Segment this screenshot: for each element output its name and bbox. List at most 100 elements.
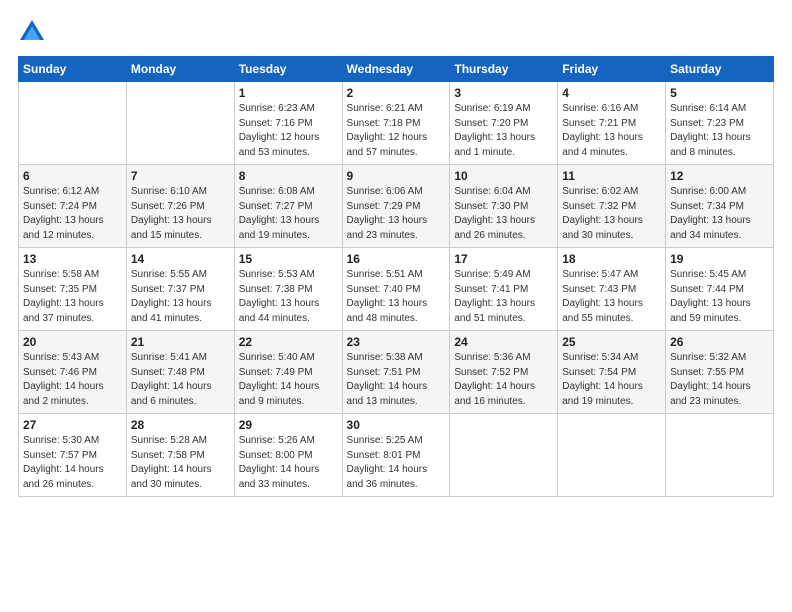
calendar-cell: 14 Sunrise: 5:55 AM Sunset: 7:37 PM Dayli… (126, 248, 234, 331)
calendar-cell: 5Sunrise: 6:14 AM Sunset: 7:23 PM Daylig… (666, 82, 774, 165)
day-number: 2 (347, 86, 446, 100)
day-number: 14 (131, 252, 230, 266)
day-number: 3 (454, 86, 553, 100)
day-info: Sunrise: 5:58 AM Sunset: 7:35 PM Dayligh… (23, 268, 122, 326)
day-info: Sunrise: 6:08 AM Sunset: 7:27 PM Dayligh… (239, 185, 338, 243)
day-info: Sunrise: 6:00 AM Sunset: 7:34 PM Dayligh… (670, 185, 769, 243)
calendar-cell (126, 82, 234, 165)
day-info: Sunrise: 5:49 AM Sunset: 7:41 PM Dayligh… (454, 268, 553, 326)
day-info: Sunrise: 6:14 AM Sunset: 7:23 PM Dayligh… (670, 102, 769, 160)
calendar-cell: 13 Sunrise: 5:58 AM Sunset: 7:35 PM Dayli… (19, 248, 127, 331)
calendar-week-row: 13 Sunrise: 5:58 AM Sunset: 7:35 PM Dayli… (19, 248, 774, 331)
calendar-cell: 26 Sunrise: 5:32 AM Sunset: 7:55 PM Dayli… (666, 331, 774, 414)
calendar-cell: 21Sunrise: 5:41 AM Sunset: 7:48 PM Dayli… (126, 331, 234, 414)
weekday-header: Thursday (450, 57, 558, 82)
day-number: 20 (23, 335, 122, 349)
calendar-cell: 29Sunrise: 5:26 AM Sunset: 8:00 PM Dayli… (234, 414, 342, 497)
day-info: Sunrise: 6:10 AM Sunset: 7:26 PM Dayligh… (131, 185, 230, 243)
day-number: 19 (670, 252, 769, 266)
day-number: 8 (239, 169, 338, 183)
day-info: Sunrise: 6:21 AM Sunset: 7:18 PM Dayligh… (347, 102, 446, 160)
day-number: 11 (562, 169, 661, 183)
page: SundayMondayTuesdayWednesdayThursdayFrid… (0, 0, 792, 612)
calendar-cell: 24 Sunrise: 5:36 AM Sunset: 7:52 PM Dayli… (450, 331, 558, 414)
day-info: Sunrise: 5:28 AM Sunset: 7:58 PM Dayligh… (131, 434, 230, 492)
day-info: Sunrise: 6:16 AM Sunset: 7:21 PM Dayligh… (562, 102, 661, 160)
day-number: 1 (239, 86, 338, 100)
day-number: 26 (670, 335, 769, 349)
day-info: Sunrise: 6:23 AM Sunset: 7:16 PM Dayligh… (239, 102, 338, 160)
day-info: Sunrise: 5:47 AM Sunset: 7:43 PM Dayligh… (562, 268, 661, 326)
day-info: Sunrise: 6:19 AM Sunset: 7:20 PM Dayligh… (454, 102, 553, 160)
calendar-cell: 8 Sunrise: 6:08 AM Sunset: 7:27 PM Daylig… (234, 165, 342, 248)
logo-icon (18, 18, 46, 46)
day-info: Sunrise: 5:32 AM Sunset: 7:55 PM Dayligh… (670, 351, 769, 409)
day-number: 6 (23, 169, 122, 183)
calendar-cell: 20 Sunrise: 5:43 AM Sunset: 7:46 PM Dayli… (19, 331, 127, 414)
calendar-cell (19, 82, 127, 165)
calendar-cell: 16Sunrise: 5:51 AM Sunset: 7:40 PM Dayli… (342, 248, 450, 331)
day-info: Sunrise: 6:12 AM Sunset: 7:24 PM Dayligh… (23, 185, 122, 243)
day-info: Sunrise: 5:25 AM Sunset: 8:01 PM Dayligh… (347, 434, 446, 492)
day-info: Sunrise: 5:38 AM Sunset: 7:51 PM Dayligh… (347, 351, 446, 409)
calendar-cell: 25Sunrise: 5:34 AM Sunset: 7:54 PM Dayli… (558, 331, 666, 414)
calendar-cell: 30 Sunrise: 5:25 AM Sunset: 8:01 PM Dayli… (342, 414, 450, 497)
weekday-header: Tuesday (234, 57, 342, 82)
calendar-cell (450, 414, 558, 497)
day-number: 23 (347, 335, 446, 349)
header (18, 18, 774, 46)
logo (18, 18, 50, 46)
calendar-cell: 17 Sunrise: 5:49 AM Sunset: 7:41 PM Dayli… (450, 248, 558, 331)
calendar-cell: 11 Sunrise: 6:02 AM Sunset: 7:32 PM Dayli… (558, 165, 666, 248)
calendar-cell: 10Sunrise: 6:04 AM Sunset: 7:30 PM Dayli… (450, 165, 558, 248)
day-number: 17 (454, 252, 553, 266)
calendar-cell: 4 Sunrise: 6:16 AM Sunset: 7:21 PM Daylig… (558, 82, 666, 165)
calendar-week-row: 6 Sunrise: 6:12 AM Sunset: 7:24 PM Daylig… (19, 165, 774, 248)
day-number: 12 (670, 169, 769, 183)
calendar-cell: 3 Sunrise: 6:19 AM Sunset: 7:20 PM Daylig… (450, 82, 558, 165)
day-number: 4 (562, 86, 661, 100)
day-info: Sunrise: 5:55 AM Sunset: 7:37 PM Dayligh… (131, 268, 230, 326)
day-number: 18 (562, 252, 661, 266)
calendar-cell (666, 414, 774, 497)
day-info: Sunrise: 5:30 AM Sunset: 7:57 PM Dayligh… (23, 434, 122, 492)
calendar-cell: 27 Sunrise: 5:30 AM Sunset: 7:57 PM Dayli… (19, 414, 127, 497)
day-number: 30 (347, 418, 446, 432)
calendar-week-row: 27 Sunrise: 5:30 AM Sunset: 7:57 PM Dayli… (19, 414, 774, 497)
day-info: Sunrise: 6:06 AM Sunset: 7:29 PM Dayligh… (347, 185, 446, 243)
calendar-cell: 6 Sunrise: 6:12 AM Sunset: 7:24 PM Daylig… (19, 165, 127, 248)
day-number: 7 (131, 169, 230, 183)
day-number: 22 (239, 335, 338, 349)
day-number: 24 (454, 335, 553, 349)
calendar-table: SundayMondayTuesdayWednesdayThursdayFrid… (18, 56, 774, 497)
calendar-week-row: 1 Sunrise: 6:23 AM Sunset: 7:16 PM Daylig… (19, 82, 774, 165)
day-number: 29 (239, 418, 338, 432)
day-info: Sunrise: 5:45 AM Sunset: 7:44 PM Dayligh… (670, 268, 769, 326)
day-info: Sunrise: 5:40 AM Sunset: 7:49 PM Dayligh… (239, 351, 338, 409)
day-info: Sunrise: 6:04 AM Sunset: 7:30 PM Dayligh… (454, 185, 553, 243)
calendar-cell: 9 Sunrise: 6:06 AM Sunset: 7:29 PM Daylig… (342, 165, 450, 248)
day-info: Sunrise: 5:34 AM Sunset: 7:54 PM Dayligh… (562, 351, 661, 409)
weekday-header: Saturday (666, 57, 774, 82)
calendar-cell: 15 Sunrise: 5:53 AM Sunset: 7:38 PM Dayli… (234, 248, 342, 331)
calendar-cell: 28 Sunrise: 5:28 AM Sunset: 7:58 PM Dayli… (126, 414, 234, 497)
day-info: Sunrise: 6:02 AM Sunset: 7:32 PM Dayligh… (562, 185, 661, 243)
calendar-cell (558, 414, 666, 497)
calendar-cell: 22 Sunrise: 5:40 AM Sunset: 7:49 PM Dayli… (234, 331, 342, 414)
calendar-cell: 19 Sunrise: 5:45 AM Sunset: 7:44 PM Dayli… (666, 248, 774, 331)
weekday-header: Friday (558, 57, 666, 82)
calendar-header-row: SundayMondayTuesdayWednesdayThursdayFrid… (19, 57, 774, 82)
calendar-cell: 7 Sunrise: 6:10 AM Sunset: 7:26 PM Daylig… (126, 165, 234, 248)
day-info: Sunrise: 5:36 AM Sunset: 7:52 PM Dayligh… (454, 351, 553, 409)
day-number: 15 (239, 252, 338, 266)
day-number: 9 (347, 169, 446, 183)
day-number: 28 (131, 418, 230, 432)
calendar-cell: 23 Sunrise: 5:38 AM Sunset: 7:51 PM Dayli… (342, 331, 450, 414)
day-info: Sunrise: 5:53 AM Sunset: 7:38 PM Dayligh… (239, 268, 338, 326)
calendar-cell: 1 Sunrise: 6:23 AM Sunset: 7:16 PM Daylig… (234, 82, 342, 165)
day-number: 27 (23, 418, 122, 432)
day-info: Sunrise: 5:43 AM Sunset: 7:46 PM Dayligh… (23, 351, 122, 409)
day-number: 13 (23, 252, 122, 266)
weekday-header: Wednesday (342, 57, 450, 82)
day-number: 21 (131, 335, 230, 349)
